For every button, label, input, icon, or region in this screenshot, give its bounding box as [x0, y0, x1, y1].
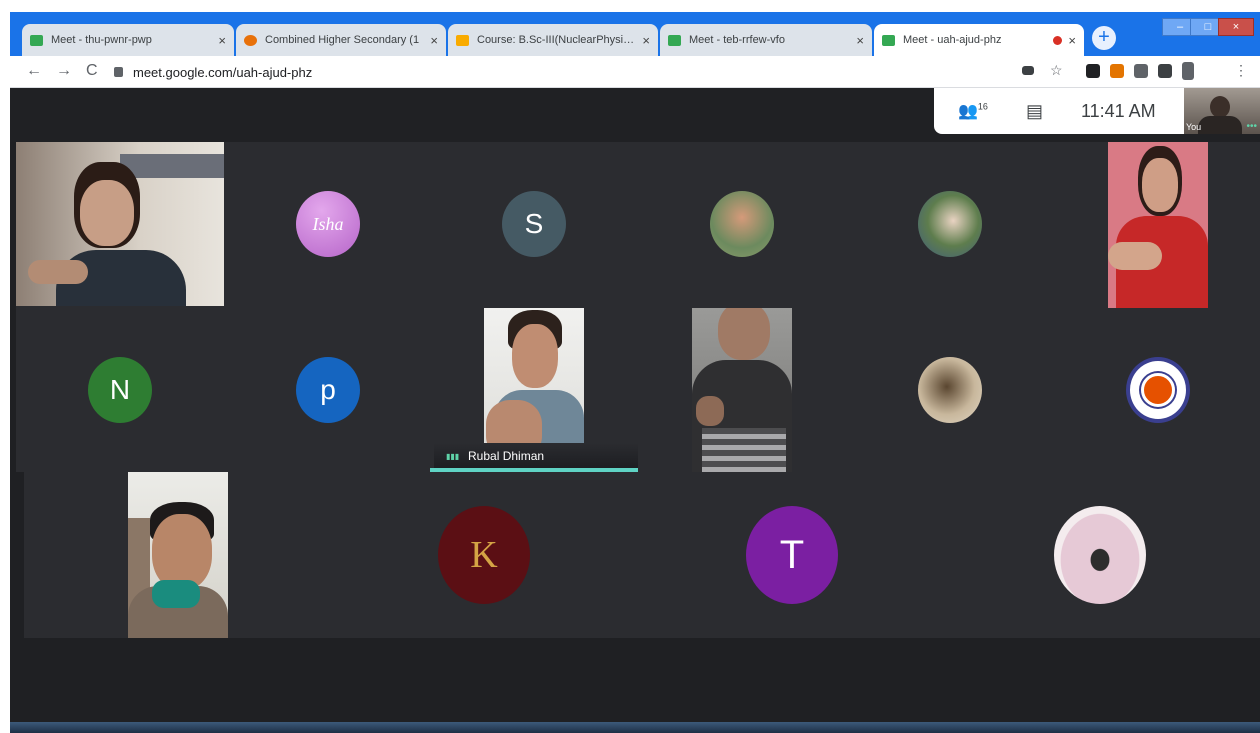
participant-hand [28, 260, 88, 284]
participant-hand [1108, 242, 1162, 270]
participant-hand [696, 396, 724, 426]
avatar-letter: N [109, 374, 131, 405]
participant-avatar-photo[interactable] [918, 191, 982, 257]
participant-face [152, 514, 212, 590]
self-view-tile[interactable]: You ••• [1184, 88, 1260, 134]
avatar-letter: K [470, 534, 498, 576]
moodle-icon [456, 34, 469, 46]
puzzle-icon[interactable] [1158, 64, 1172, 78]
profile-icon[interactable] [1182, 62, 1194, 80]
avatar-letter: T [779, 532, 805, 577]
participant-face [512, 324, 558, 388]
url-field[interactable]: meet.google.com/uah-ajud-phz [114, 60, 1014, 84]
participant-avatar-p[interactable]: p [296, 357, 360, 423]
participant-avatar-s[interactable]: S [502, 191, 566, 257]
close-icon[interactable]: × [642, 33, 650, 48]
participant-face [80, 180, 134, 246]
star-icon[interactable]: ☆ [1050, 62, 1063, 79]
url-text: meet.google.com/uah-ajud-phz [133, 64, 313, 80]
google-meet-icon [668, 34, 681, 46]
tab-strip: Meet - thu-pwnr-pwp × Combined Higher Se… [10, 12, 1260, 56]
participant-avatar-t[interactable]: T [746, 506, 838, 604]
participant-avatar-photo[interactable] [918, 357, 982, 423]
participant-avatar-photo[interactable] [710, 191, 774, 257]
avatar-letter: S [524, 208, 544, 239]
participant-count: 16 [977, 101, 988, 112]
address-bar: ← → C meet.google.com/uah-ajud-phz ☆ ⋮ [10, 56, 1260, 88]
chat-icon[interactable]: ▤ [1026, 101, 1043, 122]
tab-course-nuclear-physics[interactable]: Course: B.Sc-III(NuclearPhysics) × [448, 24, 658, 56]
self-body [1198, 116, 1242, 134]
participant-avatar-photo[interactable] [1054, 506, 1146, 604]
google-meet-icon [30, 34, 43, 46]
clock: 11:41 AM [1080, 100, 1156, 121]
face-mask [152, 580, 200, 608]
people-icon[interactable]: 👥16 [958, 101, 988, 121]
tab-title: Combined Higher Secondary (1 [265, 34, 420, 46]
camera-icon[interactable] [1022, 66, 1034, 75]
active-speaker-indicator [430, 468, 638, 472]
shirt-stripes [702, 428, 786, 472]
tab-title: Meet - teb-rrfew-vfo [689, 34, 785, 46]
speaker-name: Rubal Dhiman [468, 448, 545, 463]
menu-kebab-icon[interactable]: ⋮ [1234, 62, 1248, 79]
close-icon[interactable]: × [218, 33, 226, 48]
close-icon[interactable]: × [856, 33, 864, 48]
participant-avatar-n[interactable]: N [88, 357, 152, 423]
exam-site-icon [244, 34, 257, 46]
close-icon[interactable]: × [1068, 33, 1076, 48]
extension-icon[interactable] [1134, 64, 1148, 78]
logo-emblem-icon [1141, 373, 1175, 407]
tab-title: Course: B.Sc-III(NuclearPhysics) [477, 34, 637, 46]
close-window-button[interactable]: × [1218, 18, 1254, 36]
tab-meet-uah-active[interactable]: Meet - uah-ajud-phz × [874, 24, 1084, 56]
audio-level-icon: ▮▮▮ [446, 452, 460, 461]
participant-avatar-logo[interactable] [1126, 357, 1190, 423]
participant-video[interactable] [16, 142, 224, 306]
tab-meet-teb[interactable]: Meet - teb-rrfew-vfo × [660, 24, 872, 56]
tab-combined-higher-secondary[interactable]: Combined Higher Secondary (1 × [236, 24, 446, 56]
recording-icon [1053, 35, 1063, 45]
participant-avatar-k[interactable]: K [438, 506, 530, 604]
tab-title: Meet - thu-pwnr-pwp [51, 34, 152, 46]
participant-face [1142, 158, 1178, 212]
os-taskbar [10, 722, 1260, 733]
close-icon[interactable]: × [430, 33, 438, 48]
lock-icon [114, 67, 123, 77]
self-label: You [1186, 122, 1202, 132]
reload-icon[interactable]: C [86, 62, 98, 80]
meeting-info-panel: 👥16 ▤ 11:41 AM [934, 88, 1184, 134]
back-icon[interactable]: ← [26, 62, 42, 80]
grid-row-2 [16, 308, 1260, 472]
participant-avatar-isha[interactable]: Isha [296, 191, 360, 257]
avatar-text: Isha [312, 213, 344, 234]
extension-icon[interactable] [1086, 64, 1100, 78]
google-meet-icon [882, 34, 895, 46]
new-tab-button[interactable]: + [1092, 26, 1116, 50]
participant-video[interactable] [1108, 142, 1208, 308]
avatar-letter: p [320, 374, 336, 405]
extension-icon[interactable] [1110, 64, 1124, 78]
participant-video[interactable] [692, 308, 792, 472]
forward-icon[interactable]: → [56, 62, 72, 80]
tab-title: Meet - uah-ajud-phz [903, 34, 1002, 46]
self-head [1210, 96, 1230, 118]
wall-picture [120, 154, 224, 178]
participant-video[interactable] [128, 472, 228, 638]
participant-face [718, 308, 770, 360]
tab-meet-thu[interactable]: Meet - thu-pwnr-pwp × [22, 24, 234, 56]
screen: Meet - thu-pwnr-pwp × Combined Higher Se… [10, 12, 1260, 733]
more-options-icon[interactable]: ••• [1246, 121, 1257, 132]
speaker-name-tag: ▮▮▮ Rubal Dhiman [434, 443, 638, 468]
